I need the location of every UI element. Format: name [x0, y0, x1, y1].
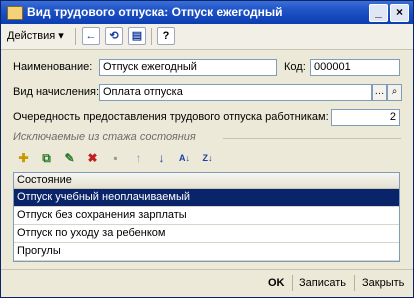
- add-row-icon[interactable]: ✚: [15, 150, 32, 167]
- copy-row-icon[interactable]: ⧉: [38, 150, 55, 167]
- end-edit-icon[interactable]: ▪: [107, 150, 124, 167]
- sort-desc-icon[interactable]: Z↓: [199, 150, 216, 167]
- actions-menu[interactable]: Действия ▾: [7, 29, 64, 42]
- move-up-icon[interactable]: ↑: [130, 150, 147, 167]
- ok-button[interactable]: OK: [268, 277, 285, 289]
- order-field[interactable]: 2: [331, 109, 400, 126]
- document-icon[interactable]: ▤: [128, 27, 146, 45]
- group-title: Исключаемые из стажа состояния: [13, 131, 196, 143]
- code-field[interactable]: 000001: [310, 59, 400, 76]
- close-icon[interactable]: ×: [390, 4, 409, 22]
- toolbar: Действия ▾ ← ⟲ ▤ ?: [1, 24, 413, 50]
- footer-divider: [1, 269, 413, 270]
- search-icon[interactable]: ⌕: [387, 84, 402, 101]
- footer-separator: [292, 275, 293, 291]
- table-row[interactable]: Отпуск без сохранения зарплаты: [14, 207, 399, 225]
- refresh-icon[interactable]: ⟲: [105, 27, 123, 45]
- name-field[interactable]: Отпуск ежегодный: [99, 59, 277, 76]
- toolbar-separator: [75, 28, 76, 45]
- window-icon: [7, 6, 23, 20]
- accrual-label: Вид начисления:: [13, 86, 100, 98]
- table-row[interactable]: Отпуск учебный неоплачиваемый: [14, 189, 399, 207]
- dialog-window: Вид трудового отпуска: Отпуск ежегодный …: [0, 0, 414, 298]
- back-arrow-icon[interactable]: ←: [82, 27, 100, 45]
- group-divider: [223, 138, 401, 139]
- order-label: Очередность предоставления трудового отп…: [13, 111, 329, 123]
- table-row[interactable]: Отпуск по уходу за ребенком: [14, 225, 399, 243]
- edit-row-icon[interactable]: ✎: [61, 150, 78, 167]
- delete-row-icon[interactable]: ✖: [84, 150, 101, 167]
- close-button[interactable]: Закрыть: [362, 277, 404, 289]
- name-label: Наименование:: [13, 61, 93, 73]
- ellipsis-icon[interactable]: …: [372, 84, 387, 101]
- window-title: Вид трудового отпуска: Отпуск ежегодный: [27, 5, 283, 19]
- toolbar-separator: [151, 28, 152, 45]
- minimize-icon[interactable]: _: [369, 4, 388, 22]
- accrual-field[interactable]: Оплата отпуска: [99, 84, 372, 101]
- chevron-down-icon: ▾: [58, 30, 64, 42]
- help-icon[interactable]: ?: [157, 27, 175, 45]
- states-table: Состояние Отпуск учебный неоплачиваемый …: [13, 172, 400, 262]
- actions-menu-label: Действия: [7, 30, 56, 42]
- footer-separator: [354, 275, 355, 291]
- sort-asc-icon[interactable]: A↓: [176, 150, 193, 167]
- title-bar[interactable]: Вид трудового отпуска: Отпуск ежегодный …: [1, 1, 413, 24]
- column-header-state[interactable]: Состояние: [14, 173, 399, 189]
- save-button[interactable]: Записать: [299, 277, 346, 289]
- table-row[interactable]: Прогулы: [14, 243, 399, 261]
- move-down-icon[interactable]: ↓: [153, 150, 170, 167]
- code-label: Код:: [284, 61, 306, 73]
